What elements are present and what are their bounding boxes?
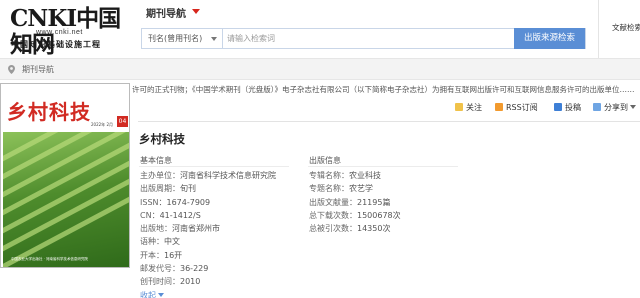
info-row: 专辑名称：农业科技 (309, 171, 381, 180)
pen-icon (554, 103, 562, 111)
journal-actions: 关注 RSS订阅 投稿 分享到 (455, 102, 640, 114)
cover-date: 2022年 2月 (91, 122, 113, 127)
journal-title: 乡村科技 (139, 132, 185, 146)
journal-cover: 乡村科技 2022年 2月 04 中国农业大学出版社 · 河南省科学技术信息研究… (0, 83, 130, 268)
breadcrumb: 期刊导航 (0, 58, 640, 80)
license-notice: 许可的正式刊物；《中国学术期刊（光盘版）》电子杂志社有限公司（以下简称电子杂志社… (132, 85, 635, 94)
collapse-link[interactable]: 收起 (140, 289, 276, 298)
header-divider (598, 0, 599, 58)
search-input[interactable] (227, 29, 512, 48)
rss-button[interactable]: RSS订阅 (495, 102, 538, 113)
share-icon (593, 103, 601, 111)
location-pin-icon (8, 65, 15, 74)
pub-info-heading: 出版信息 (309, 156, 341, 165)
info-row: CN：41-1412/S (140, 210, 201, 220)
rss-label: RSS订阅 (506, 103, 538, 112)
info-row: 邮发代号：36-229 (140, 264, 209, 274)
info-row: 总下载次数：1500678次 (309, 210, 401, 220)
search-field-value: 刊名(曾用刊名) (148, 34, 203, 43)
cover-caption: 中国农业大学出版社 · 河南省科学技术信息研究院 (11, 257, 88, 261)
info-row: 语种：中文 (140, 237, 180, 247)
dropdown-arrow-icon (211, 37, 217, 41)
cnki-logo[interactable]: CNKI中国知网 www.cnki.net 中国知识基础设施工程 (10, 6, 142, 58)
divider (138, 121, 640, 122)
journal-nav-title[interactable]: 期刊导航 (146, 5, 186, 20)
info-row: 开本：16开 (140, 250, 183, 260)
info-row: 出版文献量：21195篇 (309, 197, 391, 207)
share-button[interactable]: 分享到 (593, 102, 636, 113)
info-row: 总被引次数：14350次 (309, 224, 391, 234)
chevron-down-icon (158, 292, 164, 297)
submit-button[interactable]: 投稿 (554, 102, 581, 113)
basic-info-list: 主办单位：河南省科学技术信息研究院 出版周期：旬刊 ISSN：1674-7909… (140, 169, 276, 298)
cover-issue-badge: 04 (117, 116, 128, 127)
cover-field-image: 中国农业大学出版社 · 河南省科学技术信息研究院 (3, 132, 129, 267)
divider (139, 166, 289, 167)
rss-icon (495, 103, 503, 111)
share-label: 分享到 (604, 103, 628, 112)
logo-url: www.cnki.net (36, 29, 83, 36)
breadcrumb-item[interactable]: 期刊导航 (22, 64, 54, 75)
header: CNKI中国知网 www.cnki.net 中国知识基础设施工程 期刊导航 刊名… (0, 0, 640, 58)
submit-label: 投稿 (565, 103, 581, 112)
doc-search-link[interactable]: 文献检索 (612, 22, 640, 33)
cover-title: 乡村科技 (7, 100, 91, 124)
search-bar: 刊名(曾用刊名) 出版来源检索 (141, 28, 586, 49)
logo-subtitle: 中国知识基础设施工程 (11, 40, 101, 49)
chevron-down-icon (630, 105, 636, 109)
info-row: 专题名称：农艺学 (309, 184, 373, 194)
star-icon (455, 103, 463, 111)
info-row: 出版周期：旬刊 (140, 184, 196, 194)
info-row: 出版地：河南省郑州市 (140, 224, 220, 234)
follow-button[interactable]: 关注 (455, 102, 482, 113)
search-button[interactable]: 出版来源检索 (514, 28, 585, 49)
info-row: 主办单位：河南省科学技术信息研究院 (140, 171, 276, 180)
follow-label: 关注 (466, 103, 482, 112)
basic-info-heading: 基本信息 (140, 156, 172, 165)
info-row: ISSN：1674-7909 (140, 197, 211, 207)
chevron-down-icon[interactable] (192, 9, 200, 14)
divider (308, 166, 458, 167)
pub-info-list: 专辑名称：农业科技 专题名称：农艺学 出版文献量：21195篇 总下载次数：15… (309, 169, 401, 235)
info-row: 创刊时间：2010 (140, 277, 201, 287)
search-field-select[interactable]: 刊名(曾用刊名) (142, 29, 223, 48)
